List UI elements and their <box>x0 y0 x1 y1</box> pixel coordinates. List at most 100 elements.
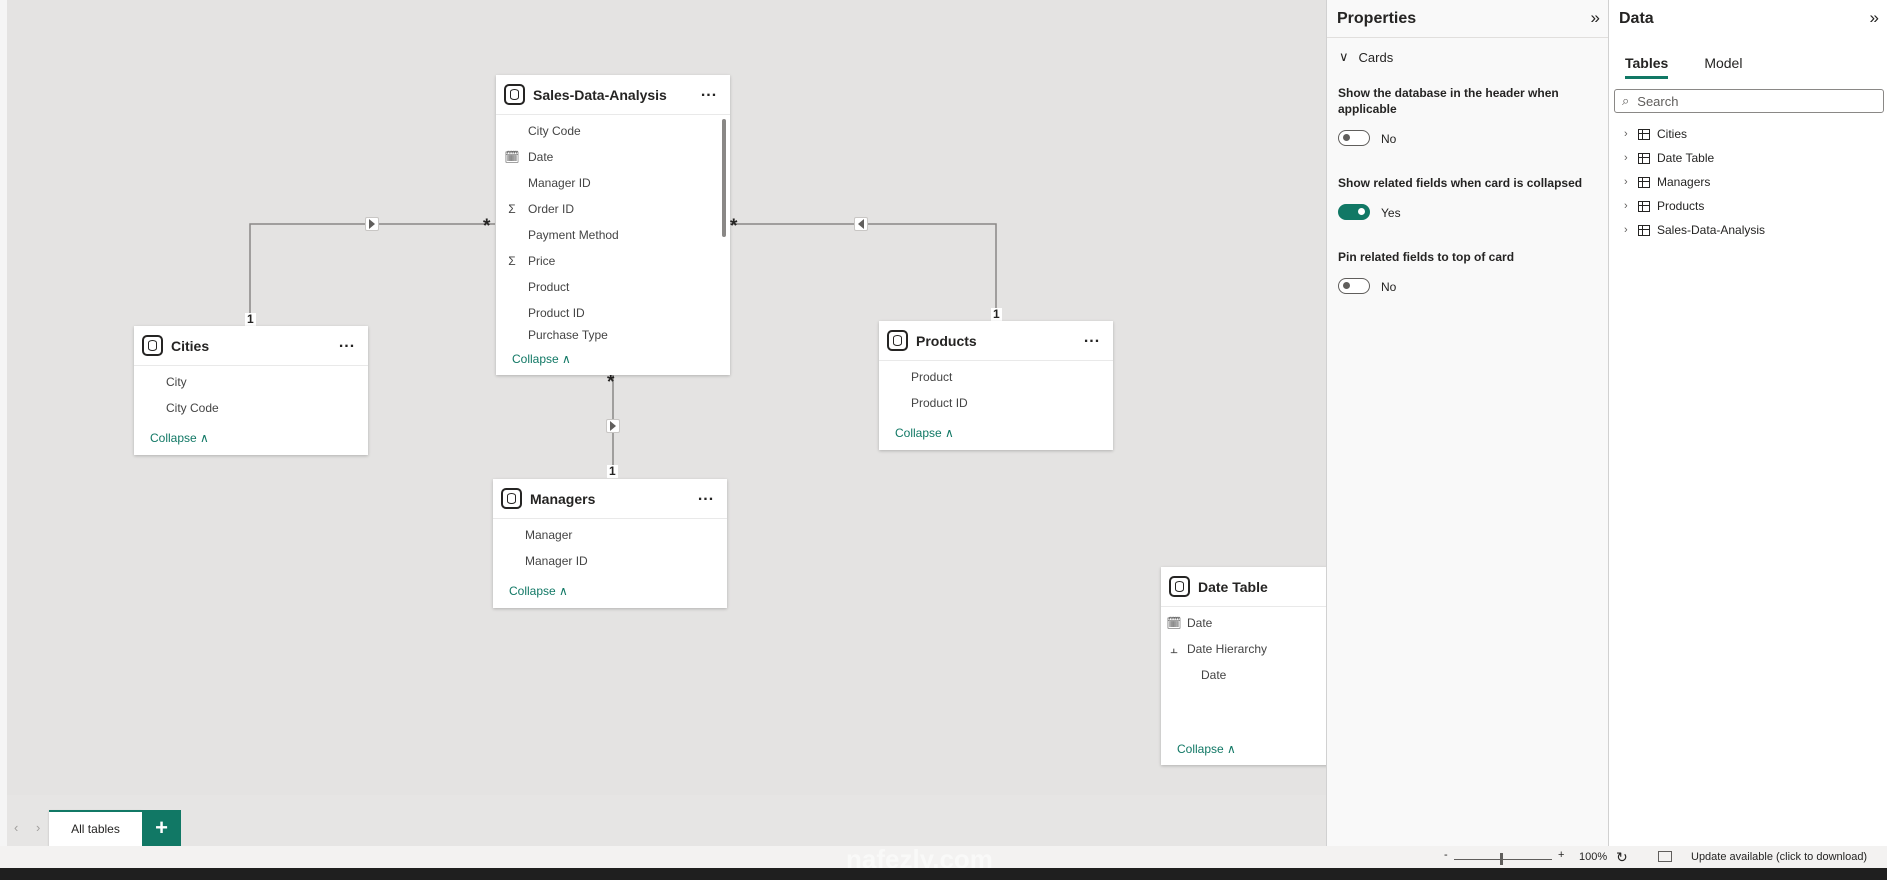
canvas-left-strip <box>0 0 7 846</box>
refresh-icon[interactable]: ↻ <box>1616 849 1628 866</box>
field-label: Manager ID <box>528 176 591 190</box>
collapse-button[interactable]: Collapse ∧ <box>509 584 568 598</box>
field-list[interactable]: 🗓︎ Date ⫠ Date Hierarchy Date <box>1161 607 1326 688</box>
field-row[interactable]: Manager <box>493 522 727 548</box>
card-header[interactable]: Sales-Data-Analysis ... <box>496 75 730 115</box>
more-options-button[interactable]: ... <box>694 83 724 103</box>
toggle-value: Yes <box>1381 206 1401 220</box>
table-card-cities[interactable]: Cities ... City City Code Collapse ∧ <box>134 326 368 455</box>
card-title: Managers <box>530 490 596 507</box>
toggle-pin-related-fields[interactable] <box>1338 278 1370 294</box>
chevron-right-icon: › <box>1624 224 1628 236</box>
toggle-show-related-fields[interactable] <box>1338 204 1370 220</box>
tab-scroll-left-icon[interactable]: ‹ <box>14 820 18 835</box>
tab-model[interactable]: Model <box>1704 55 1742 79</box>
chevron-down-icon: ∨ <box>1339 49 1349 64</box>
field-row[interactable]: Product <box>496 274 730 300</box>
tab-tables[interactable]: Tables <box>1625 55 1669 79</box>
chevron-right-icon: › <box>1624 200 1628 212</box>
tab-all-tables[interactable]: All tables <box>49 810 142 846</box>
card-header[interactable]: Products ... <box>879 321 1113 361</box>
more-options-button[interactable]: ... <box>1077 329 1107 349</box>
field-row[interactable]: Σ Price <box>496 248 730 274</box>
card-header[interactable]: Cities ... <box>134 326 368 366</box>
field-row[interactable]: 🗓︎ Date <box>496 144 730 170</box>
field-row[interactable]: Product ID <box>879 390 1113 416</box>
tab-scroll-right-icon[interactable]: › <box>36 820 40 835</box>
rel-direction-arrow[interactable] <box>365 217 379 231</box>
tree-item-sales-data-analysis[interactable]: › Sales-Data-Analysis <box>1624 220 1765 240</box>
field-label: City <box>166 375 187 389</box>
collapse-pane-icon[interactable]: » <box>1870 8 1879 28</box>
field-row[interactable]: Product ID <box>496 300 730 326</box>
field-row[interactable]: City Code <box>134 395 368 421</box>
field-row[interactable]: Σ Order ID <box>496 196 730 222</box>
card-header[interactable]: Date Table <box>1161 567 1326 607</box>
zoom-in-button[interactable]: + <box>1558 849 1564 861</box>
tree-item-managers[interactable]: › Managers <box>1624 172 1710 192</box>
field-list[interactable]: City City Code <box>134 366 368 421</box>
search-icon: ⌕ <box>1622 93 1630 108</box>
rel-direction-arrow[interactable] <box>606 419 620 433</box>
section-label: Cards <box>1358 49 1394 65</box>
field-label: City Code <box>528 124 581 138</box>
zoom-out-button[interactable]: - <box>1444 849 1448 861</box>
tree-item-label: Cities <box>1657 127 1688 141</box>
zoom-slider-thumb[interactable] <box>1500 853 1503 865</box>
collapse-label: Collapse <box>509 584 556 598</box>
chevron-right-icon: › <box>1624 128 1628 140</box>
rel-line-sales-products <box>729 223 997 320</box>
toggle-value: No <box>1381 280 1397 294</box>
status-bar-left <box>0 846 1326 868</box>
zoom-slider[interactable] <box>1454 859 1552 860</box>
field-row[interactable]: Manager ID <box>496 170 730 196</box>
more-options-button[interactable]: ... <box>332 334 362 354</box>
field-row[interactable]: City <box>134 369 368 395</box>
collapse-button[interactable]: Collapse ∧ <box>150 431 209 445</box>
field-row[interactable]: Product <box>879 364 1113 390</box>
update-available-link[interactable]: Update available (click to download) <box>1691 851 1867 863</box>
table-card-managers[interactable]: Managers ... Manager Manager ID Collapse… <box>493 479 727 608</box>
more-options-button[interactable]: ... <box>691 487 721 507</box>
rel-one-badge-managers: 1 <box>607 464 618 478</box>
field-list[interactable]: Manager Manager ID <box>493 519 727 574</box>
field-label: Payment Method <box>528 228 619 242</box>
table-card-sales-data-analysis[interactable]: Sales-Data-Analysis ... City Code 🗓︎ Date… <box>496 75 730 375</box>
card-title: Products <box>916 332 977 349</box>
field-row[interactable]: Date <box>1161 662 1326 688</box>
collapse-button[interactable]: Collapse ∧ <box>1177 742 1236 756</box>
toggle-show-database[interactable] <box>1338 130 1370 146</box>
tree-item-products[interactable]: › Products <box>1624 196 1704 216</box>
tree-item-label: Managers <box>1657 175 1711 189</box>
card-header[interactable]: Managers ... <box>493 479 727 519</box>
field-row[interactable]: ⫠ Date Hierarchy <box>1161 636 1326 662</box>
field-row[interactable]: Purchase Type <box>496 326 730 344</box>
collapse-pane-icon[interactable]: » <box>1591 8 1600 28</box>
field-row[interactable]: Manager ID <box>493 548 727 574</box>
field-row[interactable]: 🗓︎ Date <box>1161 610 1326 636</box>
add-layout-button[interactable]: + <box>142 810 181 846</box>
fit-to-screen-icon[interactable] <box>1658 851 1672 862</box>
table-card-products[interactable]: Products ... Product Product ID Collapse… <box>879 321 1113 450</box>
status-bar: - + 100% ↻ Update available (click to do… <box>1326 846 1887 868</box>
tree-item-date-table[interactable]: › Date Table <box>1624 148 1714 168</box>
hierarchy-icon: ⫠ <box>1170 641 1178 656</box>
chevron-up-icon: ∧ <box>1227 742 1236 756</box>
field-list[interactable]: City Code 🗓︎ Date Manager ID Σ Order ID Pa… <box>496 115 730 344</box>
rel-direction-arrow[interactable] <box>854 217 868 231</box>
collapse-button[interactable]: Collapse ∧ <box>895 426 954 440</box>
zoom-level[interactable]: 100% <box>1579 851 1607 863</box>
field-label: Date <box>528 150 554 164</box>
section-header-cards[interactable]: ∨ Cards <box>1339 49 1393 65</box>
database-icon <box>1169 576 1190 597</box>
model-canvas[interactable]: 1 * * 1 * 1 Sales-Data-Analysis ... City… <box>7 0 1326 795</box>
field-list[interactable]: Product Product ID <box>879 361 1113 416</box>
card-scrollbar[interactable] <box>722 119 726 237</box>
collapse-button[interactable]: Collapse ∧ <box>512 352 571 366</box>
field-row[interactable]: Payment Method <box>496 222 730 248</box>
table-card-date-table[interactable]: Date Table 🗓︎ Date ⫠ Date Hierarchy Date C… <box>1161 567 1326 765</box>
option-label: Pin related fields to top of card <box>1338 250 1515 264</box>
field-row[interactable]: City Code <box>496 118 730 144</box>
tree-item-cities[interactable]: › Cities <box>1624 124 1687 144</box>
search-input[interactable]: ⌕ Search <box>1614 89 1884 113</box>
